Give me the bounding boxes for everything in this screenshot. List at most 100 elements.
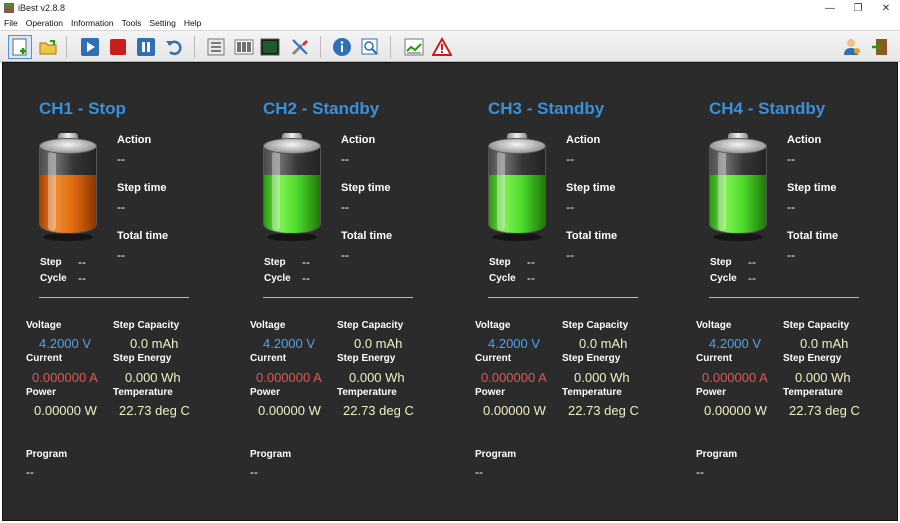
total-time-label: Total time [117, 230, 169, 242]
action-label: Action [566, 134, 601, 146]
cycle-label: Cycle [710, 273, 737, 284]
new-button[interactable] [8, 35, 32, 59]
total-time-label: Total time [787, 230, 839, 242]
step-capacity-value: 0.0 mAh [579, 336, 628, 351]
step-capacity-label: Step Capacity [783, 320, 850, 331]
title-bar: iBest v2.8.8 — ❐ ✕ [0, 0, 900, 16]
channel-panel: CH1 - Stop Action -- Step time -- Total … [2, 62, 898, 521]
power-label: Power [475, 387, 506, 398]
step-energy-label: Step Energy [113, 353, 172, 364]
temperature-label: Temperature [783, 387, 843, 398]
cycle-value: -- [78, 271, 86, 285]
menu-help[interactable]: Help [180, 18, 205, 28]
program-value: -- [475, 465, 483, 479]
battery-icon [263, 133, 321, 241]
menu-tools[interactable]: Tools [118, 18, 146, 28]
minimize-button[interactable]: — [816, 0, 844, 16]
start-button[interactable] [78, 35, 102, 59]
current-value: 0.000000 A [702, 370, 768, 385]
window-controls: — ❐ ✕ [816, 0, 900, 16]
step-energy-value: 0.000 Wh [795, 370, 851, 385]
zoom-button[interactable] [358, 35, 382, 59]
power-value: 0.00000 W [483, 403, 546, 418]
info-button[interactable] [330, 35, 354, 59]
divider [709, 297, 859, 298]
voltage-label: Voltage [475, 320, 511, 331]
window-title: iBest v2.8.8 [18, 3, 66, 13]
step-time-label: Step time [341, 182, 391, 194]
alarm-button[interactable] [430, 35, 454, 59]
total-time-value: -- [117, 248, 125, 262]
exit-icon [872, 39, 887, 55]
new-file-icon [12, 38, 27, 56]
step-time-label: Step time [566, 182, 616, 194]
cycle-value: -- [302, 271, 310, 285]
program-value: -- [250, 465, 258, 479]
temperature-value: 22.73 deg C [343, 403, 414, 418]
step-time-value: -- [787, 200, 795, 214]
resume-button[interactable] [162, 35, 186, 59]
restore-button[interactable]: ❐ [844, 0, 872, 16]
action-value: -- [341, 152, 349, 166]
voltage-label: Voltage [250, 320, 286, 331]
voltage-value: 4.2000 V [709, 336, 762, 351]
pause-button[interactable] [134, 35, 158, 59]
total-time-value: -- [787, 248, 795, 262]
channel-title: CH3 - Standby [488, 99, 605, 118]
program-label: Program [696, 449, 738, 460]
action-label: Action [117, 134, 152, 146]
current-value: 0.000000 A [481, 370, 547, 385]
step-time-value: -- [117, 200, 125, 214]
step-energy-value: 0.000 Wh [574, 370, 630, 385]
pause-icon [137, 38, 155, 56]
current-value: 0.000000 A [256, 370, 322, 385]
program-label: Program [475, 449, 517, 460]
exit-button[interactable] [868, 35, 892, 59]
divider [39, 297, 189, 298]
action-value: -- [566, 152, 574, 166]
voltage-label: Voltage [26, 320, 62, 331]
step-time-label: Step time [117, 182, 167, 194]
power-value: 0.00000 W [34, 403, 97, 418]
step-label: Step [710, 257, 732, 268]
step-settings-button[interactable] [204, 35, 228, 59]
stop-button[interactable] [106, 35, 130, 59]
info-icon [333, 38, 351, 56]
step-energy-value: 0.000 Wh [125, 370, 181, 385]
barcode-button[interactable] [232, 35, 256, 59]
user-button[interactable] [840, 35, 864, 59]
program-label: Program [250, 449, 292, 460]
toolbar-separator [194, 36, 195, 58]
menu-setting[interactable]: Setting [145, 18, 179, 28]
channel-title: CH2 - Standby [263, 99, 380, 118]
menu-operation[interactable]: Operation [22, 18, 67, 28]
menu-file[interactable]: File [0, 18, 22, 28]
open-folder-icon [39, 40, 57, 55]
step-energy-value: 0.000 Wh [349, 370, 405, 385]
tools-icon [291, 39, 308, 56]
divider [488, 297, 638, 298]
chart-button[interactable] [402, 35, 426, 59]
power-value: 0.00000 W [704, 403, 767, 418]
cycle-label: Cycle [489, 273, 516, 284]
step-capacity-value: 0.0 mAh [130, 336, 179, 351]
battery-icon [39, 133, 97, 241]
action-label: Action [341, 134, 376, 146]
toolbar-separator [66, 36, 67, 58]
user-icon [844, 39, 860, 55]
action-value: -- [787, 152, 795, 166]
step-value: -- [527, 255, 535, 269]
menu-information[interactable]: Information [67, 18, 118, 28]
total-time-label: Total time [566, 230, 618, 242]
terminal-button[interactable] [258, 35, 282, 59]
temperature-label: Temperature [113, 387, 173, 398]
cycle-label: Cycle [264, 273, 291, 284]
temperature-label: Temperature [337, 387, 397, 398]
step-capacity-value: 0.0 mAh [800, 336, 849, 351]
divider [263, 297, 413, 298]
open-button[interactable] [36, 35, 60, 59]
close-button[interactable]: ✕ [872, 0, 900, 16]
tools-button[interactable] [288, 35, 312, 59]
cycle-value: -- [748, 271, 756, 285]
toolbar-separator [390, 36, 391, 58]
